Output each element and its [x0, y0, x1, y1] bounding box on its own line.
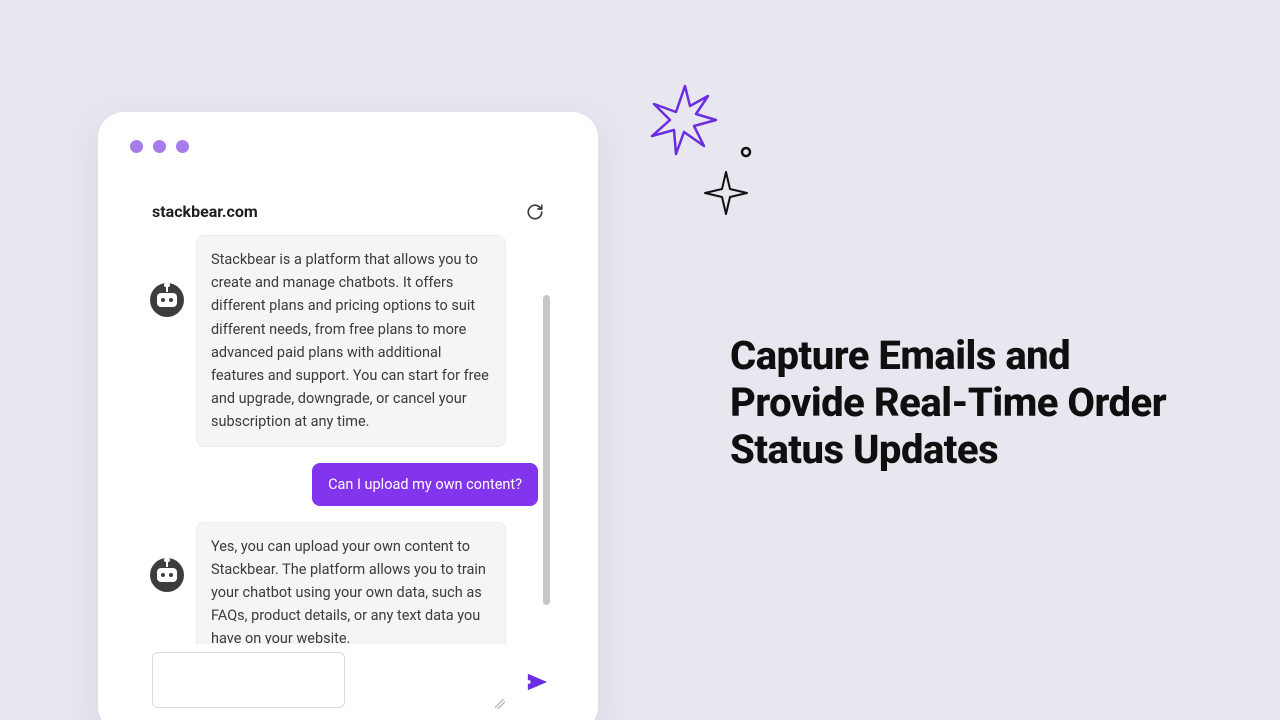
message-user: Can I upload my own content? [150, 463, 538, 506]
chat-input[interactable] [152, 652, 345, 708]
message-bot: Yes, you can upload your own content to … [150, 522, 538, 644]
window-dot-maximize[interactable] [176, 140, 189, 153]
decorative-sparkles-icon [630, 74, 770, 224]
chat-window-card: stackbear.com Stackbear is a platform th… [98, 112, 598, 720]
chat-messages[interactable]: Stackbear is a platform that allows you … [150, 235, 550, 644]
chat-title: stackbear.com [152, 202, 258, 221]
headline: Capture Emails and Provide Real-Time Ord… [730, 332, 1210, 474]
bot-avatar-icon [150, 283, 184, 317]
scrollbar-thumb[interactable] [543, 295, 550, 605]
window-controls [130, 140, 189, 153]
message-bubble: Can I upload my own content? [312, 463, 538, 506]
window-dot-close[interactable] [130, 140, 143, 153]
resize-grip-icon[interactable] [495, 699, 505, 709]
chat-widget: stackbear.com Stackbear is a platform th… [150, 192, 550, 712]
message-bot: Stackbear is a platform that allows you … [150, 235, 538, 447]
message-bubble: Stackbear is a platform that allows you … [196, 235, 506, 447]
chat-input-row [150, 644, 550, 712]
message-bubble: Yes, you can upload your own content to … [196, 522, 506, 644]
bot-avatar-icon [150, 558, 184, 592]
refresh-icon[interactable] [526, 203, 544, 221]
window-dot-minimize[interactable] [153, 140, 166, 153]
send-icon[interactable] [526, 671, 548, 693]
chat-header: stackbear.com [150, 192, 550, 235]
